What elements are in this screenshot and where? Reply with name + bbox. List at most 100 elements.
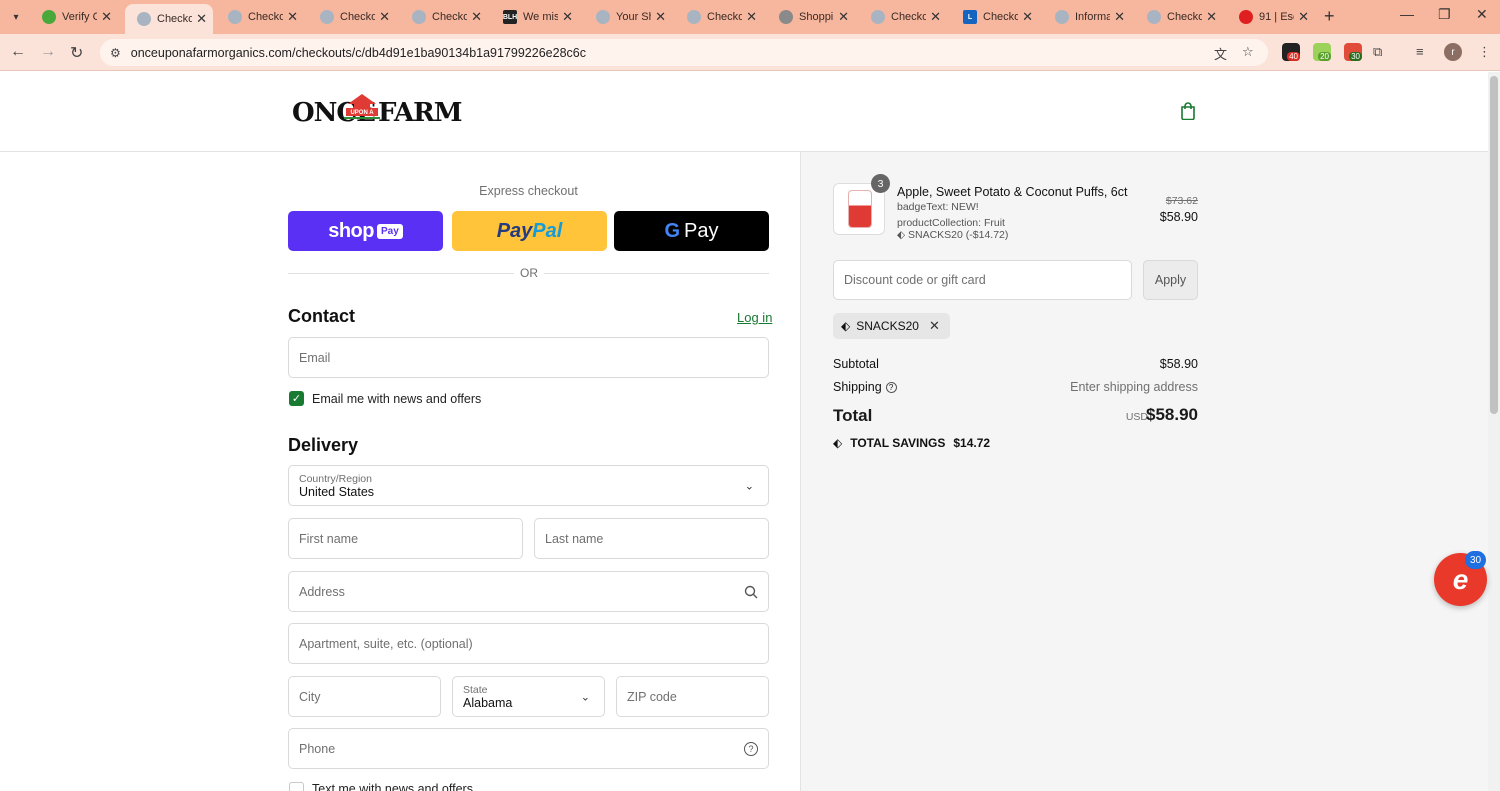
tag-icon: ⬖: [841, 319, 851, 333]
browser-tab[interactable]: Your Sh ✕: [584, 4, 672, 30]
tag-icon: ⬖: [833, 436, 843, 450]
back-button[interactable]: ←: [10, 43, 26, 61]
savings-label: TOTAL SAVINGS: [850, 436, 946, 450]
browser-tab[interactable]: Checko ✕: [400, 4, 488, 30]
shipping-help-icon[interactable]: ?: [885, 382, 897, 394]
remove-discount-icon[interactable]: ✕: [929, 318, 940, 334]
minimize-button[interactable]: —: [1400, 6, 1414, 22]
browser-tab[interactable]: Shoppi ✕: [767, 4, 855, 30]
menu-kebab-icon[interactable]: ⋮: [1478, 44, 1491, 60]
sms-news-checkbox[interactable]: [289, 782, 304, 791]
address-field[interactable]: Address: [288, 571, 769, 612]
google-pay-button[interactable]: G Pay: [614, 211, 769, 251]
discounted-price: $58.90: [1159, 210, 1198, 224]
tab-close-icon[interactable]: ✕: [1298, 9, 1309, 25]
browser-tab[interactable]: Checko ✕: [125, 4, 213, 34]
scrollbar-thumb[interactable]: [1490, 76, 1498, 414]
last-name-field[interactable]: Last name: [534, 518, 769, 559]
apply-discount-button[interactable]: Apply: [1143, 260, 1198, 300]
extension-icon-3[interactable]: 30: [1344, 43, 1362, 61]
phone-placeholder: Phone: [299, 741, 336, 756]
tab-close-icon[interactable]: ✕: [838, 9, 849, 25]
tab-close-icon[interactable]: ✕: [287, 9, 298, 25]
last-name-placeholder: Last name: [545, 531, 604, 546]
browser-tab[interactable]: L Checko ✕: [951, 4, 1039, 30]
total-currency: USD: [1125, 411, 1148, 423]
subtotal-label: Subtotal: [833, 357, 879, 371]
total-value: $58.90: [1146, 405, 1198, 424]
browser-tab[interactable]: 91 | Esc ✕: [1227, 4, 1315, 30]
browser-tab[interactable]: Checko ✕: [308, 4, 396, 30]
tab-close-icon[interactable]: ✕: [196, 11, 207, 27]
product-pouch-image: [848, 190, 872, 228]
email-field[interactable]: Email: [288, 337, 769, 378]
tab-close-icon[interactable]: ✕: [562, 9, 573, 25]
phone-field[interactable]: Phone ?: [288, 728, 769, 769]
tab-favicon-icon: [779, 10, 793, 24]
once-upon-a-farm-logo[interactable]: ONCE UPON A FARM: [292, 90, 462, 134]
extension-icon-1[interactable]: 40: [1282, 43, 1300, 61]
page-scrollbar[interactable]: [1488, 72, 1500, 791]
google-g-icon: G: [664, 219, 681, 242]
tab-title: Checko: [157, 13, 193, 25]
tab-close-icon[interactable]: ✕: [1114, 9, 1125, 25]
media-queue-icon[interactable]: ≡: [1416, 44, 1424, 59]
new-tab-button[interactable]: +: [1324, 6, 1335, 27]
state-select[interactable]: State Alabama ⌄: [452, 676, 605, 717]
tab-title: Checko: [248, 11, 284, 23]
shop-pay-button[interactable]: shop Pay: [288, 211, 443, 251]
tab-close-icon[interactable]: ✕: [101, 9, 112, 25]
country-select[interactable]: Country/Region United States ⌄: [288, 465, 769, 506]
city-placeholder: City: [299, 689, 321, 704]
tab-close-icon[interactable]: ✕: [930, 9, 941, 25]
shopping-bag-icon[interactable]: [1180, 102, 1196, 120]
delivery-heading: Delivery: [288, 435, 359, 455]
browser-tab[interactable]: BLH We mis ✕: [491, 4, 579, 30]
chevron-down-icon: ⌄: [744, 480, 754, 492]
browser-tab[interactable]: Verify C ✕: [30, 4, 118, 30]
browser-tab[interactable]: Checko ✕: [216, 4, 304, 30]
city-field[interactable]: City: [288, 676, 441, 717]
country-value: United States: [299, 484, 375, 499]
tab-close-icon[interactable]: ✕: [379, 9, 390, 25]
zip-field[interactable]: ZIP code: [616, 676, 769, 717]
reload-button[interactable]: ↻: [70, 43, 83, 63]
paypal-button[interactable]: Pay Pal: [452, 211, 607, 251]
express-checkout-title: Express checkout: [479, 184, 578, 198]
extension-badge: 20: [1318, 52, 1331, 61]
browser-tab[interactable]: Informa ✕: [1043, 4, 1131, 30]
profile-avatar[interactable]: r: [1444, 43, 1462, 61]
chat-notification-badge: 30: [1465, 551, 1486, 569]
browser-tab[interactable]: Checko ✕: [675, 4, 763, 30]
browser-tab[interactable]: Checko ✕: [1135, 4, 1223, 30]
quantity-badge: 3: [871, 174, 890, 193]
product-badge-text: badgeText: NEW!: [897, 201, 979, 213]
extension-icon-2[interactable]: 20: [1313, 43, 1331, 61]
tab-close-icon[interactable]: ✕: [1022, 9, 1033, 25]
browser-tab[interactable]: Checko ✕: [859, 4, 947, 30]
email-news-checkbox[interactable]: ✓: [289, 391, 304, 406]
tab-title: Checko: [432, 11, 468, 23]
tab-close-icon[interactable]: ✕: [655, 9, 666, 25]
tab-close-icon[interactable]: ✕: [471, 9, 482, 25]
first-name-field[interactable]: First name: [288, 518, 523, 559]
address-bar[interactable]: ⚙ onceuponafarmorganics.com/checkouts/c/…: [100, 39, 1268, 66]
forward-button[interactable]: →: [40, 43, 56, 61]
login-link[interactable]: Log in: [737, 310, 772, 325]
tab-search-button[interactable]: ▾: [6, 7, 26, 27]
tab-title: We mis: [523, 11, 559, 23]
extensions-puzzle-icon[interactable]: ⧉: [1373, 44, 1382, 60]
close-window-button[interactable]: ✕: [1476, 6, 1488, 23]
site-info-icon[interactable]: ⚙: [110, 46, 121, 60]
bookmark-star-icon[interactable]: ☆: [1242, 44, 1254, 60]
apartment-field[interactable]: Apartment, suite, etc. (optional): [288, 623, 769, 664]
tab-title: Informa: [1075, 11, 1111, 23]
help-icon[interactable]: ?: [744, 741, 758, 756]
restore-button[interactable]: ❐: [1438, 6, 1451, 23]
tab-close-icon[interactable]: ✕: [1206, 9, 1217, 25]
tab-close-icon[interactable]: ✕: [746, 9, 757, 25]
discount-code-field[interactable]: Discount code or gift card: [833, 260, 1132, 300]
translate-icon[interactable]: 文: [1214, 44, 1227, 63]
tab-title: Shoppi: [799, 11, 834, 23]
applied-discount-chip: ⬖ SNACKS20 ✕: [833, 313, 950, 339]
